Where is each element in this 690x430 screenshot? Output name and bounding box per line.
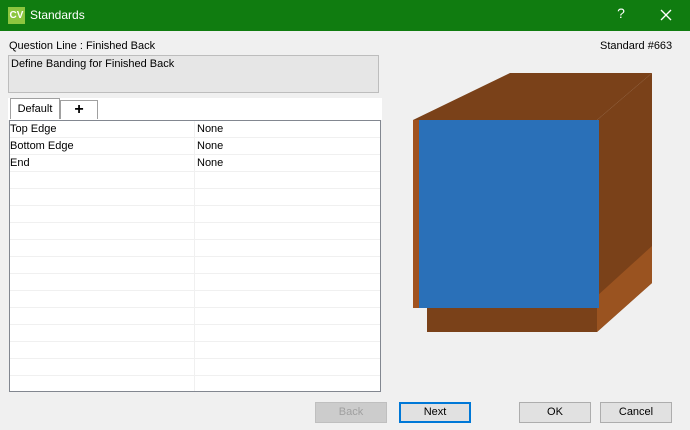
table-row[interactable] [10, 206, 380, 223]
table-row[interactable] [10, 325, 380, 342]
question-line-label: Question Line : Finished Back [9, 40, 156, 52]
property-name-cell: Bottom Edge [10, 138, 195, 154]
table-row[interactable] [10, 342, 380, 359]
property-name-cell [10, 206, 195, 222]
description-box: Define Banding for Finished Back [8, 55, 379, 93]
close-icon [660, 9, 672, 21]
plus-icon: + [74, 101, 84, 118]
app-logo-icon: CV [8, 7, 25, 24]
cabinet-preview-image [413, 73, 652, 332]
property-name-cell [10, 291, 195, 307]
property-name-cell [10, 257, 195, 273]
property-value-cell[interactable]: None [197, 138, 223, 154]
table-row[interactable] [10, 359, 380, 376]
standard-number-label: Standard #663 [600, 40, 673, 52]
cancel-button[interactable]: Cancel [600, 402, 672, 423]
tab-default[interactable]: Default [10, 98, 60, 119]
title-bar: CV Standards ? [0, 0, 690, 31]
help-button[interactable]: ? [611, 5, 631, 21]
table-row[interactable] [10, 257, 380, 274]
property-grid[interactable]: Top Edge None Bottom Edge None End None [9, 120, 381, 392]
table-row[interactable]: Bottom Edge None [10, 138, 380, 155]
property-name-cell [10, 172, 195, 188]
property-name-cell [10, 359, 195, 375]
property-name-cell [10, 308, 195, 324]
property-name-cell [10, 376, 195, 391]
cabinet-bottom-panel [427, 308, 597, 332]
table-row[interactable]: End None [10, 155, 380, 172]
close-button[interactable] [655, 4, 677, 26]
tab-strip: Default + [8, 98, 382, 120]
table-row[interactable] [10, 189, 380, 206]
next-button[interactable]: Next [399, 402, 471, 423]
property-name-cell [10, 325, 195, 341]
property-name-cell [10, 189, 195, 205]
table-row[interactable] [10, 223, 380, 240]
property-name-cell: Top Edge [10, 121, 195, 137]
table-row[interactable]: Top Edge None [10, 121, 380, 138]
table-row[interactable] [10, 274, 380, 291]
table-row[interactable] [10, 376, 380, 391]
table-row[interactable] [10, 308, 380, 325]
property-value-cell[interactable]: None [197, 121, 223, 137]
add-tab-button[interactable]: + [60, 100, 98, 119]
window-title: Standards [30, 8, 85, 22]
property-name-cell [10, 240, 195, 256]
table-row[interactable] [10, 240, 380, 257]
back-button[interactable]: Back [315, 402, 387, 423]
ok-button[interactable]: OK [519, 402, 591, 423]
table-row[interactable] [10, 291, 380, 308]
property-name-cell: End [10, 155, 195, 171]
property-value-cell[interactable]: None [197, 155, 223, 171]
property-name-cell [10, 274, 195, 290]
table-row[interactable] [10, 172, 380, 189]
finished-back-panel [419, 120, 599, 308]
property-name-cell [10, 223, 195, 239]
property-name-cell [10, 342, 195, 358]
